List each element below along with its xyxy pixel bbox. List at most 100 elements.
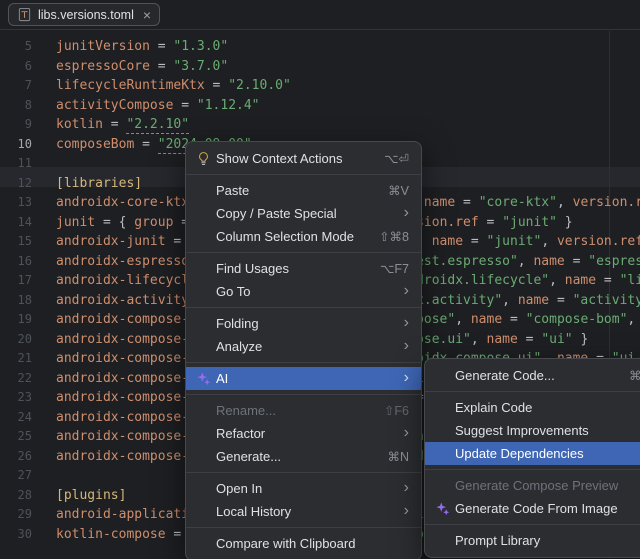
menu-item-label: Copy / Paste Special [216,206,386,221]
menu-item-copy-paste-special[interactable]: Copy / Paste Special › [186,202,421,225]
menu-item-label: Compare with Clipboard [216,536,391,551]
menu-item-label: Suggest Improvements [455,423,627,438]
menu-item-label: Go To [216,284,386,299]
menu-separator [186,307,421,308]
menu-item-paste[interactable]: Paste ⌘V [186,179,421,202]
menu-separator [186,394,421,395]
menu-item-ai[interactable]: AI › [186,367,421,390]
menu-shortcut: ⌥⏎ [384,151,409,166]
submenu-chevron-icon: › [404,315,409,331]
menu-item-go-to[interactable]: Go To › [186,280,421,303]
line-number: 5 [0,39,38,59]
menu-shortcut: ⌘V [388,183,409,198]
line-number: 13 [0,195,38,215]
menu-item-label: Folding [216,316,386,331]
line-number: 14 [0,215,38,235]
menu-item-label: Open In [216,481,386,496]
menu-item-label: Generate Code From Image [455,501,627,516]
menu-item-column-selection-mode[interactable]: Column Selection Mode ⇧⌘8 [186,225,421,248]
code-line[interactable]: kotlin = "2.2.10" [56,117,640,137]
menu-item-open-in[interactable]: Open In › [186,477,421,500]
submenu-chevron-icon: › [404,338,409,354]
menu-item-find-usages[interactable]: Find Usages ⌥F7 [186,257,421,280]
line-number: 9 [0,117,38,137]
menu-item-label: Update Dependencies [455,446,627,461]
menu-item-label: Show Context Actions [216,151,366,166]
line-number: 21 [0,351,38,371]
line-number: 26 [0,449,38,469]
line-number: 16 [0,254,38,274]
editor-tab[interactable]: libs.versions.toml × [8,3,160,26]
menu-separator [425,524,640,525]
editor-context-menu: Show Context Actions⌥⏎Paste⌘VCopy / Past… [185,141,422,559]
ai-submenu: Generate Code...⌘\ Explain Code Suggest Im… [424,358,640,558]
line-number: 15 [0,234,38,254]
menu-item-label: Rename... [216,403,366,418]
code-line[interactable]: espressoCore = "3.7.0" [56,59,640,79]
menu-shortcut: ⇧⌘8 [379,229,409,244]
line-number: 30 [0,527,38,547]
submenu-chevron-icon: › [404,425,409,441]
ai-sparkle-icon [432,501,453,517]
menu-shortcut: ⌘\ [629,368,640,383]
menu-item-prompt-library[interactable]: Prompt Library [425,529,640,552]
menu-item-label: Local History [216,504,386,519]
menu-item-refactor[interactable]: Refactor› [186,422,421,445]
line-number: 19 [0,312,38,332]
lightbulb-icon [193,151,214,167]
line-number: 27 [0,468,38,488]
menu-item-compare-with-clipboard[interactable]: Compare with Clipboard [186,532,421,555]
menu-separator [425,469,640,470]
submenu-chevron-icon: › [404,283,409,299]
menu-item-rename: Rename... ⇧F6 [186,399,421,422]
menu-item-explain-code[interactable]: Explain Code [425,396,640,419]
menu-item-local-history[interactable]: Local History › [186,500,421,523]
line-number: 20 [0,332,38,352]
code-line[interactable]: junitVersion = "1.3.0" [56,39,640,59]
submenu-chevron-icon: › [404,480,409,496]
menu-separator [425,391,640,392]
tab-title: libs.versions.toml [38,8,134,22]
menu-item-suggest-improvements[interactable]: Suggest Improvements [425,419,640,442]
menu-item-generate[interactable]: Generate...⌘N [186,445,421,468]
menu-item-generate-code[interactable]: Generate Code...⌘\ [425,364,640,387]
code-line[interactable]: activityCompose = "1.12.4" [56,98,640,118]
editor-tab-bar: libs.versions.toml × [0,0,640,30]
menu-shortcut: ⌥F7 [380,261,409,276]
line-number: 8 [0,98,38,118]
gutter: 5678910111213141516171819202122232425262… [0,39,38,546]
menu-separator [186,362,421,363]
menu-item-folding[interactable]: Folding › [186,312,421,335]
line-number: 12 [0,176,38,196]
submenu-chevron-icon: › [404,503,409,519]
menu-item-label: Prompt Library [455,533,627,548]
line-number: 10 [0,137,38,157]
menu-separator [186,174,421,175]
menu-item-label: Column Selection Mode [216,229,361,244]
menu-item-update-dependencies[interactable]: Update Dependencies [425,442,640,465]
line-number: 24 [0,410,38,430]
line-number: 22 [0,371,38,391]
menu-item-show-context-actions[interactable]: Show Context Actions ⌥⏎ [186,147,421,170]
menu-separator [186,527,421,528]
menu-item-label: Explain Code [455,400,627,415]
menu-item-generate-compose-preview: Generate Compose Preview [425,474,640,497]
line-number: 18 [0,293,38,313]
ai-sparkle-icon [193,371,214,387]
menu-item-label: AI [216,371,386,386]
submenu-chevron-icon: › [404,205,409,221]
menu-item-generate-code-from-image[interactable]: Generate Code From Image [425,497,640,520]
submenu-chevron-icon: › [404,370,409,386]
menu-separator [186,472,421,473]
menu-item-label: Analyze [216,339,386,354]
line-number: 29 [0,507,38,527]
menu-item-label: Paste [216,183,370,198]
menu-item-label: Find Usages [216,261,362,276]
code-line[interactable]: lifecycleRuntimeKtx = "2.10.0" [56,78,640,98]
menu-separator [186,252,421,253]
toml-file-icon [17,7,32,22]
tab-close-icon[interactable]: × [143,8,151,22]
line-number: 28 [0,488,38,508]
menu-shortcut: ⇧F6 [384,403,409,418]
menu-item-analyze[interactable]: Analyze › [186,335,421,358]
